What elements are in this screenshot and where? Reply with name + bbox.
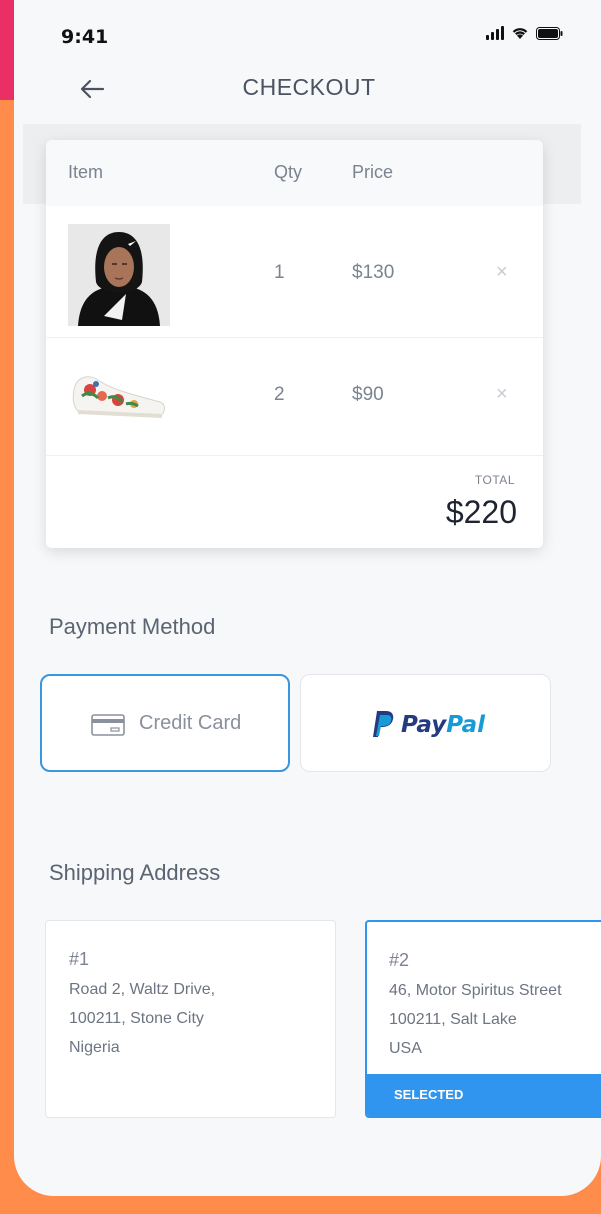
status-icons	[486, 26, 563, 40]
battery-icon	[536, 26, 563, 40]
paypal-pay-text: Pay	[401, 712, 447, 738]
address-number: #1	[69, 949, 90, 969]
column-item: Item	[68, 162, 104, 182]
product-image-hijab	[68, 224, 170, 326]
remove-item-icon[interactable]: ×	[496, 262, 510, 282]
paypal-pal-text: Pal	[446, 712, 485, 738]
row-price: $130	[352, 262, 395, 283]
remove-item-icon[interactable]: ×	[496, 384, 510, 404]
paypal-option[interactable]: PayPal	[300, 674, 551, 772]
payment-method-title: Payment Method	[49, 614, 216, 639]
total-value: $220	[445, 494, 517, 530]
wifi-icon	[512, 28, 528, 39]
status-bar: 9:41	[14, 0, 601, 62]
address-line: 100211, Salt Lake	[389, 1011, 517, 1028]
address-line: USA	[389, 1040, 422, 1057]
credit-card-option[interactable]: Credit Card	[40, 674, 290, 772]
address-line: 46, Motor Spiritus Street	[389, 982, 562, 999]
cart-row: 1 $130 ×	[46, 206, 543, 338]
column-qty: Qty	[274, 162, 303, 182]
credit-card-icon	[91, 714, 125, 736]
address-line: 100211, Stone City	[69, 1010, 204, 1027]
address-card[interactable]: #1 Road 2, Waltz Drive, 100211, Stone Ci…	[45, 920, 336, 1118]
total-label: TOTAL	[474, 473, 515, 487]
paypal-logo-icon	[373, 711, 394, 737]
page-title: CHECKOUT	[242, 74, 376, 100]
address-line: Road 2, Waltz Drive,	[69, 981, 216, 998]
header: CHECKOUT	[37, 62, 581, 124]
address-number: #2	[389, 950, 410, 970]
product-image-sneaker	[68, 346, 170, 448]
signal-icon	[486, 26, 504, 40]
column-price: Price	[352, 162, 394, 182]
address-line: Nigeria	[69, 1039, 120, 1056]
row-price: $90	[352, 384, 384, 405]
cart-header: Item Qty Price	[46, 140, 543, 206]
address-card-selected[interactable]: #2 46, Motor Spiritus Street 100211, Sal…	[365, 920, 601, 1118]
shipping-address-title: Shipping Address	[49, 860, 221, 885]
credit-card-label: Credit Card	[139, 712, 242, 734]
row-qty: 1	[274, 262, 285, 283]
row-qty: 2	[274, 384, 285, 405]
paypal-wordmark: PayPal	[401, 712, 485, 738]
status-time: 9:41	[61, 26, 109, 48]
cart-card: Item Qty Price 1 $130 × 2 $90 × TOTAL $2…	[46, 140, 543, 548]
selected-badge: SELECTED	[367, 1074, 601, 1116]
cart-row: 2 $90 ×	[46, 338, 543, 456]
